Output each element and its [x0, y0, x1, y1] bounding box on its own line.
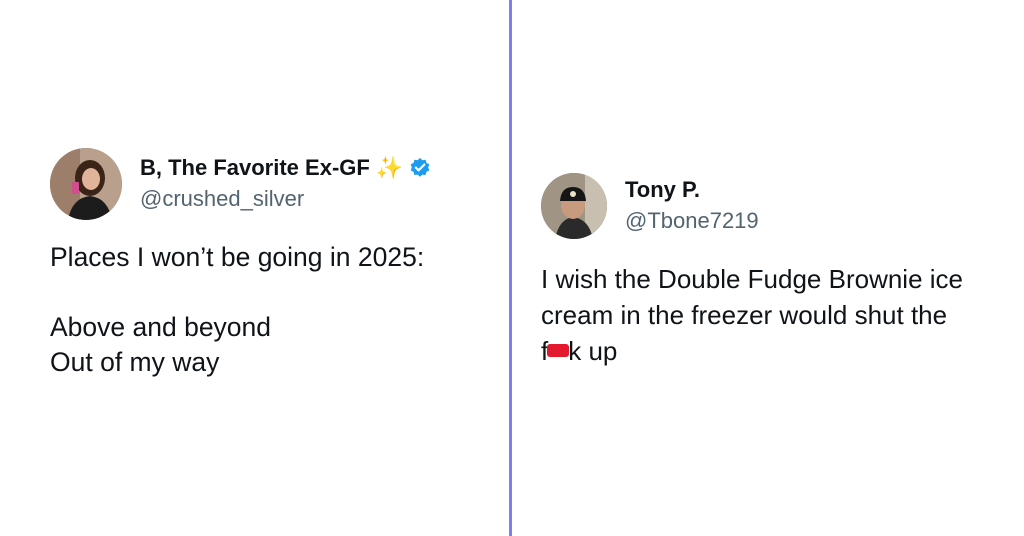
author-names: B, The Favorite Ex-GF ✨ @crushed_silver: [140, 155, 431, 213]
display-name[interactable]: Tony P.: [625, 177, 700, 203]
tweet-line: Above and beyond: [50, 312, 272, 342]
tweet-card-left: B, The Favorite Ex-GF ✨ @crushed_silver …: [50, 148, 490, 380]
author-names: Tony P. @Tbone7219: [625, 177, 759, 235]
user-handle[interactable]: @crushed_silver: [140, 185, 431, 213]
vertical-divider: [509, 0, 512, 536]
censor-bar: [547, 344, 570, 357]
display-name-row: B, The Favorite Ex-GF ✨: [140, 155, 431, 181]
tweet-header: B, The Favorite Ex-GF ✨ @crushed_silver: [50, 148, 490, 220]
censored-word-end: k up: [568, 336, 618, 366]
tweet-text: Places I won’t be going in 2025: Above a…: [50, 240, 490, 380]
tweet-line: cream in the freezer would shut the: [541, 300, 948, 330]
avatar[interactable]: [50, 148, 122, 220]
display-name-row: Tony P.: [625, 177, 759, 203]
tweet-line: Places I won’t be going in 2025:: [50, 242, 425, 272]
sparkles-icon: ✨: [375, 155, 404, 180]
avatar-photo: [50, 148, 122, 220]
tweet-comparison-canvas: B, The Favorite Ex-GF ✨ @crushed_silver …: [0, 0, 1024, 536]
avatar[interactable]: [541, 173, 607, 239]
user-handle[interactable]: @Tbone7219: [625, 207, 759, 235]
tweet-text: I wish the Double Fudge Brownie ice crea…: [541, 261, 1011, 369]
tweet-card-right: Tony P. @Tbone7219 I wish the Double Fud…: [541, 173, 1011, 369]
display-name[interactable]: B, The Favorite Ex-GF: [140, 155, 370, 181]
avatar-photo: [541, 173, 607, 239]
tweet-line: fk up: [541, 333, 1011, 369]
verified-badge-icon: [410, 158, 430, 177]
tweet-line: I wish the Double Fudge Brownie ice: [541, 264, 964, 294]
tweet-line: Out of my way: [50, 347, 220, 377]
tweet-header: Tony P. @Tbone7219: [541, 173, 1011, 239]
